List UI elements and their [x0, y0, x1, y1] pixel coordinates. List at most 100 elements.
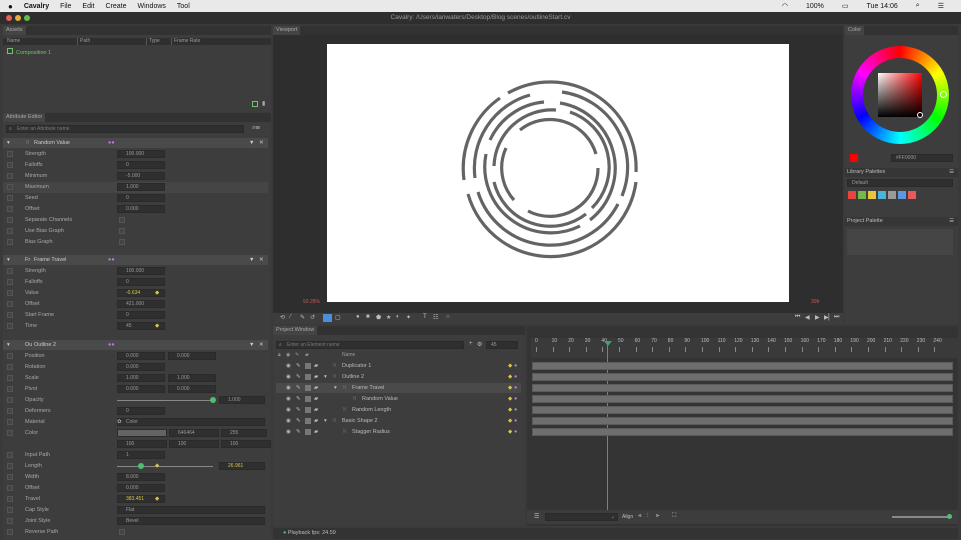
collapse-arrow-icon[interactable]: ▾ [7, 138, 10, 148]
attr-value-field[interactable]: Flat [117, 506, 265, 514]
attr-checkbox[interactable] [119, 529, 125, 535]
palette-swatch[interactable] [908, 191, 916, 199]
project-palette-area[interactable] [847, 229, 953, 255]
layer-color-swatch[interactable] [305, 429, 311, 435]
visibility-icon[interactable]: ◉ [286, 416, 291, 426]
filter-icon[interactable]: ☰ [534, 513, 539, 520]
link-icon[interactable]: ● [514, 427, 517, 437]
slider-handle[interactable] [210, 397, 216, 403]
row-checkbox[interactable] [7, 312, 13, 318]
attr-value-field[interactable]: 0 [117, 194, 165, 202]
pencil-icon[interactable]: ✎ [295, 352, 299, 359]
track-bar[interactable] [532, 384, 953, 392]
keyframe-icon[interactable]: ◆ [508, 372, 512, 382]
pencil-icon[interactable]: ✎ [296, 394, 301, 404]
layer-row[interactable]: ◉ ✎ ▰ ▾ ⁙ Outline 2 ◆ ● [276, 372, 521, 382]
apple-menu-icon[interactable]: ● [8, 2, 13, 11]
col-frame-rate[interactable]: Frame Rate [171, 38, 200, 45]
pencil-icon[interactable]: ✎ [296, 416, 301, 426]
tab-assets[interactable]: Assets [3, 26, 26, 35]
attr-value-field[interactable]: 1 [117, 451, 165, 459]
layer-color-swatch[interactable] [305, 374, 311, 380]
attr-value-field[interactable]: 0.000 [117, 484, 165, 492]
track-bar[interactable] [532, 406, 953, 414]
attr-value-field[interactable]: 1.000 [168, 374, 216, 382]
menu-list-icon[interactable]: ☰ [938, 2, 944, 10]
menu-edit[interactable]: Edit [82, 3, 94, 10]
zoom-slider[interactable] [892, 516, 952, 518]
circle-outline-tool-icon[interactable]: ○ [446, 314, 450, 320]
slider-handle[interactable] [138, 463, 144, 469]
attr-checkbox[interactable] [119, 228, 125, 234]
expand-arrow-icon[interactable]: ▾ [324, 372, 327, 382]
add-element-icon[interactable]: + [469, 341, 473, 347]
row-checkbox[interactable] [7, 162, 13, 168]
attr-value-field[interactable]: 0 [117, 278, 165, 286]
attr-value-field[interactable]: 1.000 [219, 396, 265, 404]
plus-tool-icon[interactable]: ✦ [406, 314, 411, 321]
pin-icon[interactable]: ▼ [249, 340, 254, 350]
row-checkbox[interactable] [7, 507, 13, 513]
row-checkbox[interactable] [7, 195, 13, 201]
keyframe-icon[interactable]: ◆ [508, 383, 512, 393]
layer-row[interactable]: ◉ ✎ ▰ ▾ ⁙ Frame Travel ◆ ● [276, 383, 521, 393]
col-name[interactable]: Name [7, 38, 20, 45]
track-bar[interactable] [532, 362, 953, 370]
timeline-mode-select[interactable]: ⌄ [545, 513, 618, 521]
row-checkbox[interactable] [7, 485, 13, 491]
keyframe-icon[interactable]: ◆ [155, 461, 159, 472]
skip-end-icon[interactable]: ⏭ [834, 314, 839, 321]
keyframe-icon[interactable]: ◆ [508, 416, 512, 426]
track-bar[interactable] [532, 395, 953, 403]
close-section-icon[interactable]: ✕ [259, 138, 264, 148]
element-search-input[interactable]: ⌕ Enter an Element name [276, 341, 464, 349]
visibility-icon[interactable]: ◉ [286, 383, 291, 393]
palette-swatch[interactable] [858, 191, 866, 199]
expand-arrow-icon[interactable]: ▾ [334, 383, 337, 393]
layer-color-swatch[interactable] [305, 407, 311, 413]
attr-value-field[interactable]: 0.000 [117, 385, 165, 393]
attr-checkbox[interactable] [119, 217, 125, 223]
camera-icon[interactable]: ▰ [314, 361, 318, 371]
grid-tool-icon[interactable]: ☷ [433, 314, 438, 321]
menu-tool[interactable]: Tool [177, 3, 190, 10]
menu-create[interactable]: Create [105, 3, 126, 10]
keyframe-icon[interactable]: ◆ [155, 321, 159, 332]
camera-icon[interactable]: ▰ [314, 383, 318, 393]
row-checkbox[interactable] [7, 496, 13, 502]
section-outline[interactable]: ▾ Ou Outline 2 ●● ▼ ✕ [3, 340, 268, 350]
keyframe-icon[interactable]: ◆ [508, 394, 512, 404]
link-icon[interactable]: ● [514, 383, 517, 393]
layer-color-swatch[interactable] [305, 385, 311, 391]
attr-checkbox[interactable] [119, 239, 125, 245]
step-forward-icon[interactable]: ▶▏ [824, 314, 833, 321]
collapse-arrow-icon[interactable]: ▾ [7, 255, 10, 265]
tab-color[interactable]: Color [845, 26, 865, 35]
link-icon[interactable]: ●● [108, 340, 115, 350]
new-asset-icon[interactable] [252, 101, 258, 107]
keyframe-icon[interactable]: ◆ [508, 427, 512, 437]
minimize-window-button[interactable] [15, 15, 21, 21]
pencil-icon[interactable]: ✎ [296, 405, 301, 415]
collapse-arrow-icon[interactable]: ▾ [7, 340, 10, 350]
visibility-icon[interactable]: ◉ [286, 427, 291, 437]
layer-row[interactable]: ◉ ✎ ▰ ⁙ Stagger Radius ◆ ● [276, 427, 521, 437]
color-hex-field[interactable]: 646464 [169, 429, 219, 437]
row-checkbox[interactable] [7, 184, 13, 190]
visibility-icon[interactable]: ◉ [286, 394, 291, 404]
visibility-icon[interactable]: ◉ [286, 372, 291, 382]
star-tool-icon[interactable]: ★ [386, 314, 391, 321]
keyframe-icon[interactable]: ◆ [508, 361, 512, 371]
track-bar[interactable] [532, 417, 953, 425]
row-checkbox[interactable] [7, 279, 13, 285]
link-icon[interactable]: ● [514, 372, 517, 382]
section-random-value[interactable]: ▾ ⁙ Random Value ●● ▼ ✕ [3, 138, 268, 148]
trash-icon[interactable]: ▮ [262, 100, 265, 107]
row-checkbox[interactable] [7, 518, 13, 524]
align-right-icon[interactable]: ⫸ [656, 513, 659, 520]
layer-row[interactable]: ◉ ✎ ▰ ⁙ Duplicator 1 ◆ ● [276, 361, 521, 371]
attr-value-field[interactable]: 0.000 [117, 205, 165, 213]
camera-icon[interactable]: ▰ [314, 405, 318, 415]
palette-select[interactable]: Default [847, 179, 953, 187]
row-checkbox[interactable] [7, 364, 13, 370]
